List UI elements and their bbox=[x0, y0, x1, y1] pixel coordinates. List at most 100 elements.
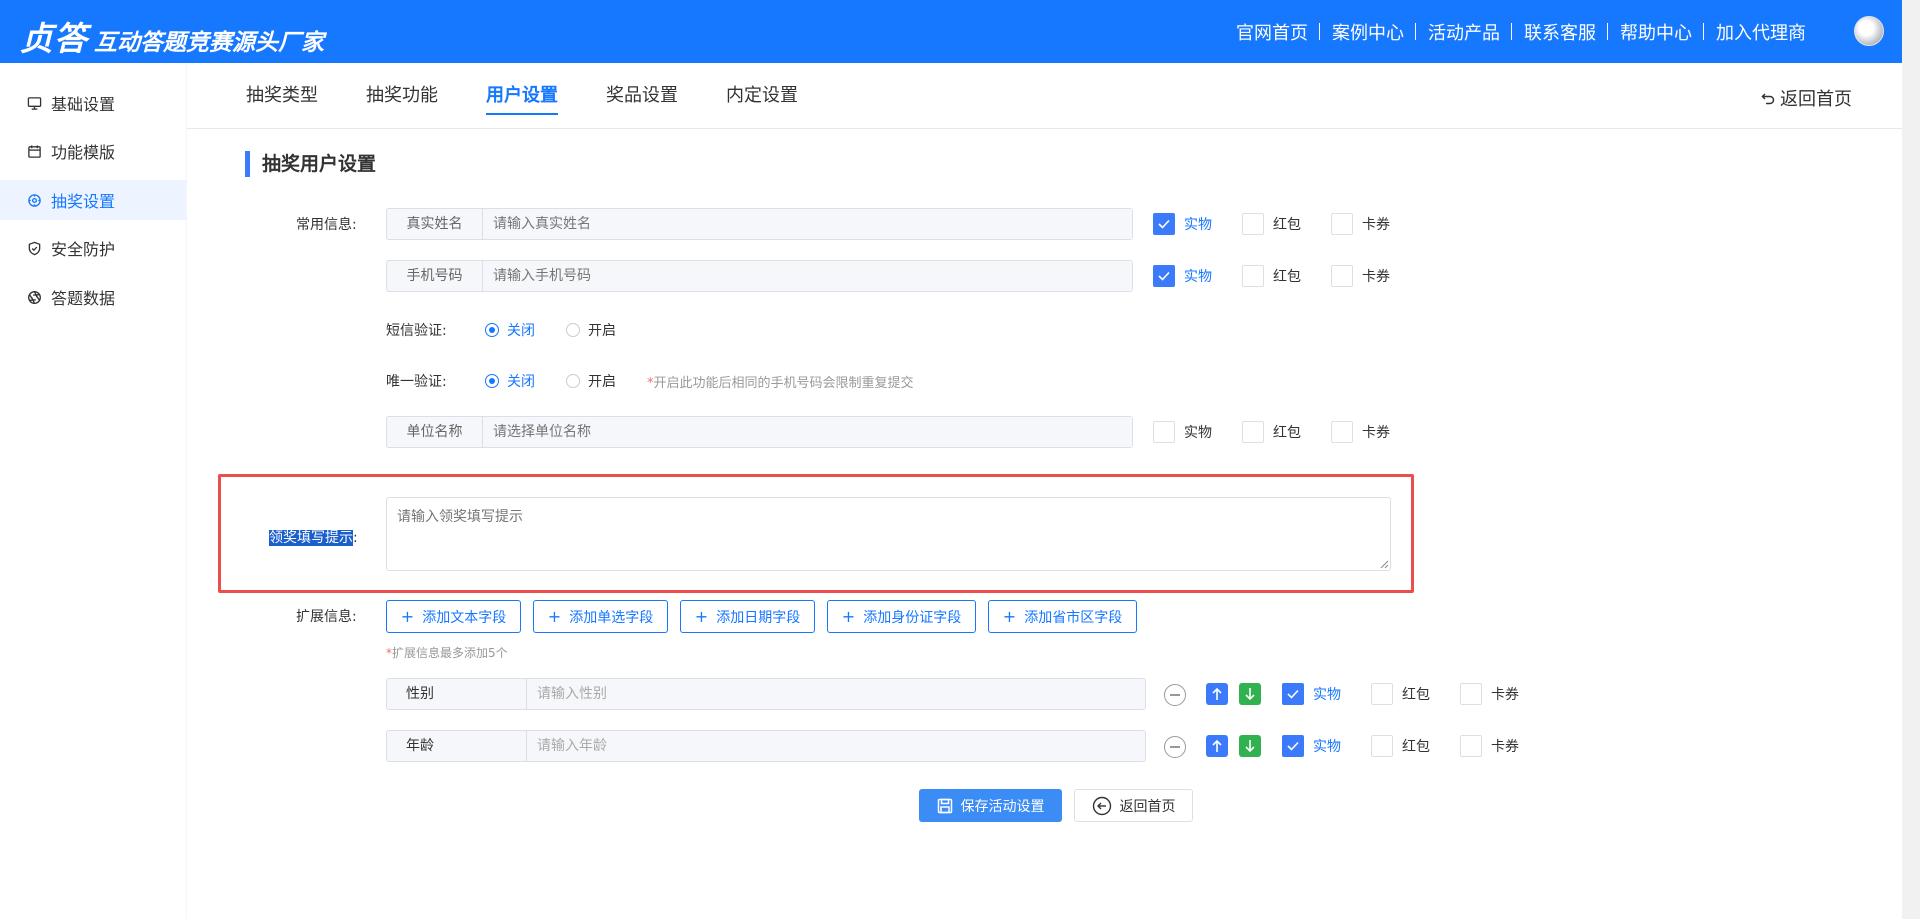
real-name-input[interactable] bbox=[483, 209, 1132, 239]
prize-tip-label: 领奖填写提示: bbox=[269, 527, 358, 547]
ext-field-name[interactable]: 年龄 bbox=[386, 730, 527, 762]
back-home-button[interactable]: 返回首页 bbox=[1074, 789, 1193, 822]
sidebar-item-label: 抽奖设置 bbox=[51, 192, 116, 211]
checkbox-label: 卡券 bbox=[1491, 739, 1519, 755]
move-up-button[interactable] bbox=[1206, 735, 1228, 757]
move-down-button[interactable] bbox=[1239, 683, 1261, 705]
button-label: 添加日期字段 bbox=[716, 609, 801, 626]
page-scrollbar[interactable] bbox=[1902, 0, 1920, 919]
nav-official-home[interactable]: 官网首页 bbox=[1224, 19, 1320, 45]
add-text-field-button[interactable]: + 添加文本字段 bbox=[386, 600, 521, 633]
company-red-packet-checkbox[interactable]: 红包 bbox=[1242, 421, 1301, 443]
company-coupon-checkbox[interactable]: 卡券 bbox=[1331, 421, 1390, 443]
real-name-red-packet-checkbox[interactable]: 红包 bbox=[1242, 213, 1301, 235]
brand-logo[interactable]: 贞答 互动答题竞赛源头厂家 bbox=[20, 12, 324, 60]
shield-icon bbox=[26, 240, 42, 256]
ext-field-input[interactable]: 请输入性别 bbox=[526, 678, 1146, 710]
checkbox-label: 卡券 bbox=[1362, 269, 1390, 285]
checkbox-box bbox=[1331, 213, 1353, 235]
unique-note-text: 开启此功能后相同的手机号码会限制重复提交 bbox=[653, 376, 914, 391]
radio-label: 开启 bbox=[588, 323, 616, 339]
nav-products[interactable]: 活动产品 bbox=[1416, 19, 1512, 45]
sidebar-item-basic-settings[interactable]: 基础设置 bbox=[0, 83, 186, 123]
company-prepend: 单位名称 bbox=[387, 417, 483, 447]
checkbox-label: 实物 bbox=[1184, 425, 1212, 441]
unique-on-radio[interactable]: 开启 bbox=[566, 371, 616, 391]
checkbox-label: 红包 bbox=[1273, 269, 1301, 285]
sidebar-item-function-template[interactable]: 功能模版 bbox=[0, 131, 186, 171]
user-avatar[interactable] bbox=[1854, 16, 1884, 46]
gender-coupon-checkbox[interactable]: 卡券 bbox=[1460, 683, 1519, 705]
phone-physical-checkbox[interactable]: 实物 bbox=[1153, 265, 1212, 287]
prize-tip-colon: : bbox=[353, 530, 358, 546]
prize-tip-label-selected: 领奖填写提示 bbox=[269, 530, 353, 546]
radio-dot bbox=[566, 374, 580, 388]
radio-label: 关闭 bbox=[507, 323, 535, 339]
tab-preset-settings[interactable]: 内定设置 bbox=[726, 81, 798, 113]
sidebar-item-label: 基础设置 bbox=[51, 95, 116, 114]
phone-field: 手机号码 bbox=[386, 260, 1133, 292]
settings-icon bbox=[26, 192, 42, 208]
age-red-packet-checkbox[interactable]: 红包 bbox=[1371, 735, 1430, 757]
prize-tip-textarea[interactable] bbox=[386, 497, 1391, 571]
resize-grip-icon[interactable] bbox=[1379, 559, 1389, 569]
phone-red-packet-checkbox[interactable]: 红包 bbox=[1242, 265, 1301, 287]
ext-field-name[interactable]: 性别 bbox=[386, 678, 527, 710]
gender-red-packet-checkbox[interactable]: 红包 bbox=[1371, 683, 1430, 705]
ext-field-input[interactable]: 请输入年龄 bbox=[526, 730, 1146, 762]
add-radio-field-button[interactable]: + 添加单选字段 bbox=[533, 600, 668, 633]
check-icon bbox=[1282, 683, 1304, 705]
radio-label: 关闭 bbox=[507, 374, 535, 390]
sms-verify-label: 短信验证: bbox=[386, 323, 447, 339]
save-settings-button[interactable]: 保存活动设置 bbox=[919, 789, 1062, 822]
sidebar-item-label: 答题数据 bbox=[51, 289, 116, 308]
nav-case-center[interactable]: 案例中心 bbox=[1320, 19, 1416, 45]
company-input[interactable] bbox=[483, 417, 1132, 447]
button-label: 添加省市区字段 bbox=[1024, 609, 1123, 626]
company-physical-checkbox[interactable]: 实物 bbox=[1153, 421, 1212, 443]
remove-field-icon[interactable] bbox=[1164, 736, 1186, 758]
back-home-link[interactable]: 返回首页 bbox=[1760, 85, 1852, 111]
sms-on-radio[interactable]: 开启 bbox=[566, 320, 616, 340]
move-up-button[interactable] bbox=[1206, 683, 1228, 705]
remove-field-icon[interactable] bbox=[1164, 684, 1186, 706]
unique-off-radio[interactable]: 关闭 bbox=[485, 371, 535, 391]
radio-label: 开启 bbox=[588, 374, 616, 390]
sidebar-item-answer-data[interactable]: 答题数据 bbox=[0, 277, 186, 317]
gender-physical-checkbox[interactable]: 实物 bbox=[1282, 683, 1341, 705]
unique-verify-label: 唯一验证: bbox=[386, 374, 447, 390]
aperture-icon bbox=[26, 289, 42, 305]
sidebar-item-lottery-settings[interactable]: 抽奖设置 bbox=[0, 180, 186, 220]
add-region-field-button[interactable]: + 添加省市区字段 bbox=[988, 600, 1137, 633]
real-name-coupon-checkbox[interactable]: 卡券 bbox=[1331, 213, 1390, 235]
common-info-label: 常用信息: bbox=[296, 217, 357, 233]
save-icon bbox=[937, 798, 952, 813]
add-id-card-field-button[interactable]: + 添加身份证字段 bbox=[827, 600, 976, 633]
calendar-icon bbox=[26, 143, 42, 159]
nav-help-center[interactable]: 帮助中心 bbox=[1608, 19, 1704, 45]
tab-prize-settings[interactable]: 奖品设置 bbox=[606, 81, 678, 113]
move-down-button[interactable] bbox=[1239, 735, 1261, 757]
real-name-physical-checkbox[interactable]: 实物 bbox=[1153, 213, 1212, 235]
checkbox-label: 红包 bbox=[1402, 739, 1430, 755]
radio-dot bbox=[485, 374, 499, 388]
nav-join-agent[interactable]: 加入代理商 bbox=[1704, 19, 1818, 45]
check-icon bbox=[1282, 735, 1304, 757]
checkbox-box bbox=[1460, 735, 1482, 757]
tab-lottery-function[interactable]: 抽奖功能 bbox=[366, 81, 438, 113]
plus-icon: + bbox=[547, 607, 562, 626]
sidebar-item-security[interactable]: 安全防护 bbox=[0, 228, 186, 268]
tab-user-settings[interactable]: 用户设置 bbox=[486, 81, 558, 115]
checkbox-box bbox=[1242, 213, 1264, 235]
checkbox-label: 红包 bbox=[1273, 425, 1301, 441]
phone-input[interactable] bbox=[483, 261, 1132, 291]
age-physical-checkbox[interactable]: 实物 bbox=[1282, 735, 1341, 757]
phone-coupon-checkbox[interactable]: 卡券 bbox=[1331, 265, 1390, 287]
sidebar: 基础设置 功能模版 抽奖设置 安全防护 答题数据 bbox=[0, 63, 186, 919]
tab-lottery-type[interactable]: 抽奖类型 bbox=[246, 81, 318, 113]
nav-contact-service[interactable]: 联系客服 bbox=[1512, 19, 1608, 45]
brand-name: 贞答 bbox=[20, 19, 88, 58]
age-coupon-checkbox[interactable]: 卡券 bbox=[1460, 735, 1519, 757]
sms-off-radio[interactable]: 关闭 bbox=[485, 320, 535, 340]
add-date-field-button[interactable]: + 添加日期字段 bbox=[680, 600, 815, 633]
